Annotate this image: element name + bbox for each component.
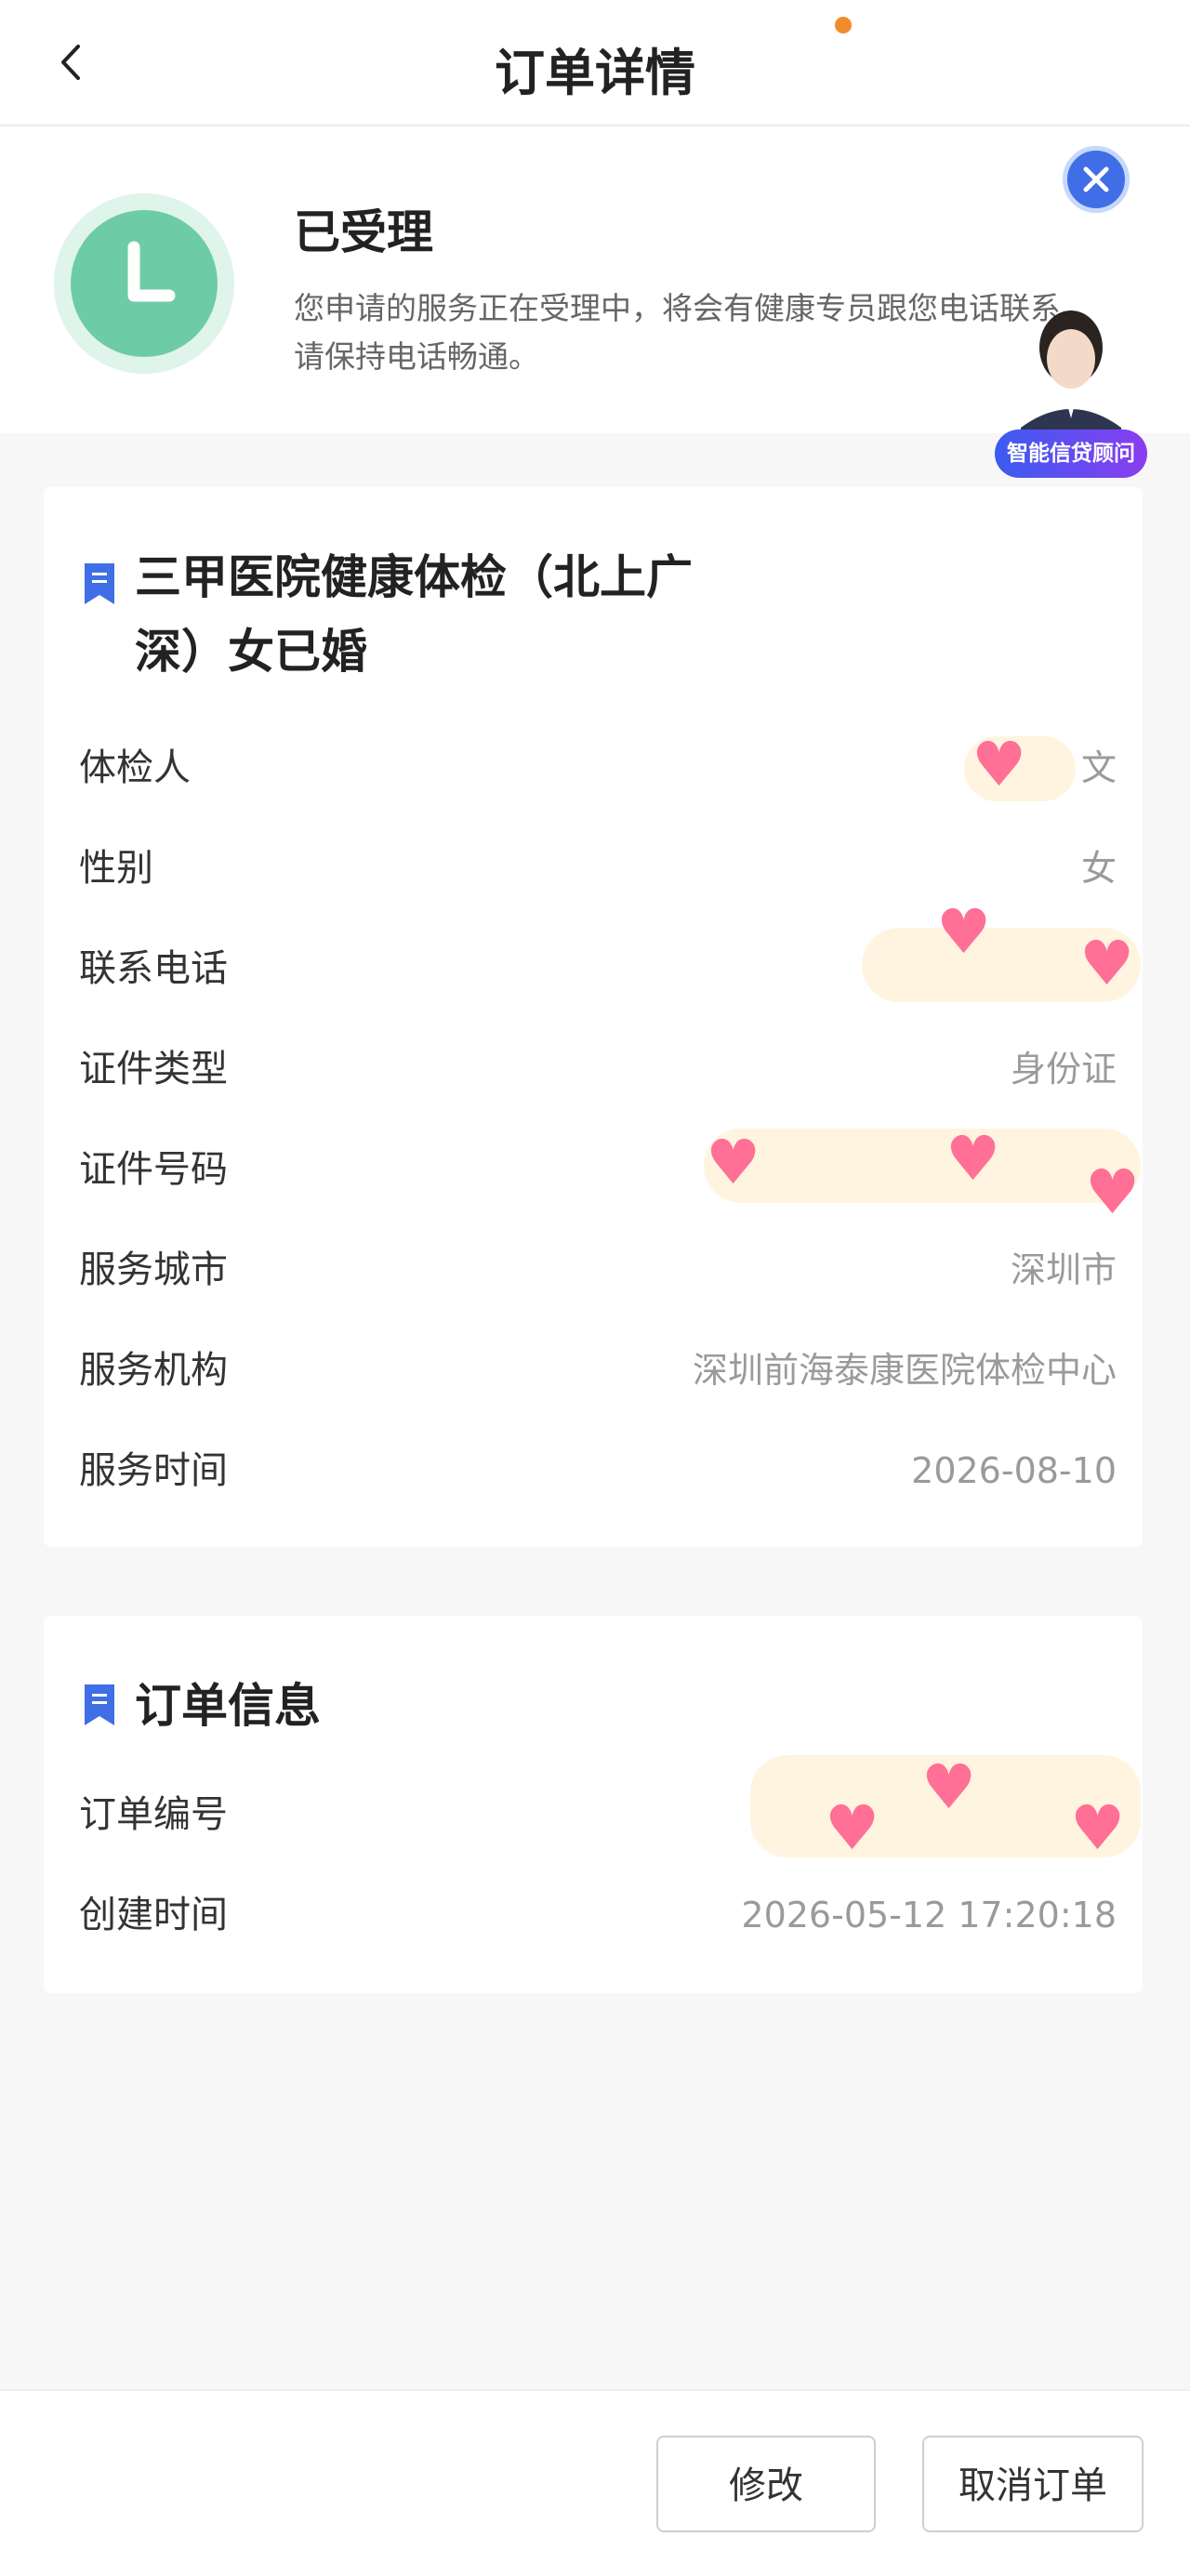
bookmark-icon bbox=[85, 563, 114, 604]
service-title-line2: 深）女已婚 bbox=[135, 625, 367, 679]
bottom-action-bar: 修改 取消订单 bbox=[0, 2389, 1190, 2576]
row-value: 2026-08-10 bbox=[911, 1450, 1117, 1491]
row-label: 服务时间 bbox=[79, 1449, 228, 1492]
row-value: 2026-05-12 17:20:18 bbox=[741, 1895, 1117, 1935]
row-gender: 性别 女 bbox=[79, 840, 1152, 896]
privacy-blur bbox=[704, 1129, 1141, 1203]
row-value: 深圳市 bbox=[1010, 1249, 1117, 1290]
row-value: 身份证 bbox=[1010, 1049, 1117, 1090]
row-created-time: 创建时间 2026-05-12 17:20:18 bbox=[79, 1887, 1152, 1943]
row-label: 体检人 bbox=[79, 746, 191, 789]
heart-sticker-icon: ♥ bbox=[945, 1123, 1001, 1195]
row-value: 女 bbox=[1080, 848, 1117, 889]
status-title: 已受理 bbox=[294, 205, 433, 259]
row-label: 服务机构 bbox=[79, 1349, 228, 1392]
row-label: 联系电话 bbox=[79, 947, 228, 990]
row-label: 创建时间 bbox=[79, 1894, 228, 1936]
row-label: 订单编号 bbox=[79, 1793, 228, 1836]
status-description: 您申请的服务正在受理中，将会有健康专员跟您电话联系，请保持电话畅通。 bbox=[294, 290, 1091, 375]
heart-sticker-icon: ♥ bbox=[921, 1751, 977, 1823]
cancel-order-button[interactable]: 取消订单 bbox=[922, 2436, 1144, 2532]
close-icon bbox=[1083, 166, 1109, 192]
row-label: 性别 bbox=[79, 847, 153, 890]
heart-sticker-icon: ♥ bbox=[972, 729, 1027, 800]
row-value: 文 bbox=[1080, 747, 1117, 788]
heart-sticker-icon: ♥ bbox=[1079, 928, 1135, 999]
heart-sticker-icon: ♥ bbox=[825, 1792, 880, 1864]
row-city: 服务城市 深圳市 bbox=[79, 1242, 1152, 1298]
order-info-card: 订单信息 订单编号 创建时间 2026-05-12 17:20:18 ♥ ♥ ♥ bbox=[44, 1616, 1143, 1993]
close-advisor-button[interactable] bbox=[1063, 146, 1130, 213]
clock-icon bbox=[54, 193, 234, 374]
heart-sticker-icon: ♥ bbox=[1070, 1792, 1126, 1864]
row-institution: 服务机构 深圳前海泰康医院体检中心 bbox=[79, 1342, 1152, 1398]
top-nav-bar: 订单详情 bbox=[0, 0, 1190, 126]
row-label: 证件号码 bbox=[79, 1148, 228, 1191]
notification-dot bbox=[835, 17, 852, 33]
advisor-label[interactable]: 智能信贷顾问 bbox=[995, 429, 1147, 478]
modify-button[interactable]: 修改 bbox=[656, 2436, 876, 2532]
heart-sticker-icon: ♥ bbox=[936, 896, 992, 968]
heart-sticker-icon: ♥ bbox=[1085, 1156, 1141, 1228]
row-label: 证件类型 bbox=[79, 1048, 228, 1090]
row-label: 服务城市 bbox=[79, 1248, 228, 1291]
order-title: 订单信息 bbox=[135, 1679, 321, 1733]
heart-sticker-icon: ♥ bbox=[706, 1127, 761, 1198]
row-service-time: 服务时间 2026-08-10 bbox=[79, 1443, 1152, 1499]
bookmark-icon bbox=[85, 1684, 114, 1725]
service-title-line1: 三甲医院健康体检（北上广 bbox=[135, 550, 693, 604]
page-title: 订单详情 bbox=[495, 44, 695, 102]
row-value: 深圳前海泰康医院体检中心 bbox=[692, 1350, 1117, 1391]
service-info-card: 三甲医院健康体检（北上广 深）女已婚 体检人 文 性别 女 联系电话 证件类型 … bbox=[44, 487, 1143, 1547]
row-id-type: 证件类型 身份证 bbox=[79, 1041, 1152, 1097]
